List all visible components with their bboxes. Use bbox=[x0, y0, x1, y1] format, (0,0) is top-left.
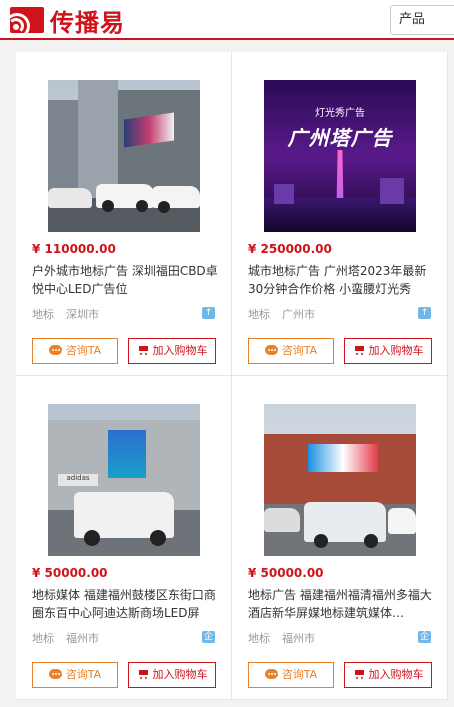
product-card[interactable]: ¥ 50000.00 地标广告 福建福州福清福州多福大酒店新华屏媒地标建筑媒体…… bbox=[232, 376, 448, 700]
brand-logo[interactable]: 传播易 bbox=[4, 6, 125, 39]
product-price: ¥ 110000.00 bbox=[32, 242, 116, 256]
brand-name: 传播易 bbox=[50, 8, 125, 37]
add-to-cart-button[interactable]: 加入购物车 bbox=[344, 662, 432, 688]
cart-icon bbox=[353, 669, 365, 679]
cart-icon bbox=[353, 345, 365, 355]
product-title[interactable]: 户外城市地标广告 深圳福田CBD卓悦中心LED广告位 bbox=[32, 262, 224, 298]
product-meta: 地标 福州市 bbox=[248, 630, 315, 646]
chat-icon bbox=[264, 345, 278, 355]
product-title[interactable]: 地标广告 福建福州福清福州多福大酒店新华屏媒地标建筑媒体… bbox=[248, 586, 440, 622]
hotel-led-screen-image[interactable] bbox=[264, 404, 416, 556]
cart-icon bbox=[137, 345, 149, 355]
top-header: 传播易 产品 bbox=[0, 0, 454, 40]
enterprise-badge-icon: 企 bbox=[418, 631, 431, 643]
consult-button[interactable]: 咨询TA bbox=[248, 662, 334, 688]
add-to-cart-button[interactable]: 加入购物车 bbox=[128, 338, 216, 364]
product-meta: 地标 深圳市 bbox=[32, 306, 99, 322]
product-city: 福州市 bbox=[282, 632, 315, 645]
consult-button[interactable]: 咨询TA bbox=[32, 662, 118, 688]
product-card[interactable]: 灯光秀广告 广州塔广告 ¥ 250000.00 城市地标广告 广州塔2023年最… bbox=[232, 52, 448, 376]
cart-icon bbox=[137, 669, 149, 679]
product-category: 地标 bbox=[248, 308, 270, 321]
add-to-cart-button[interactable]: 加入购物车 bbox=[344, 338, 432, 364]
upload-badge-icon: ↑ bbox=[418, 307, 431, 319]
consult-button[interactable]: 咨询TA bbox=[32, 338, 118, 364]
city-led-screen-image[interactable] bbox=[48, 80, 200, 232]
upload-badge-icon: ↑ bbox=[202, 307, 215, 319]
search-category-select[interactable]: 产品 bbox=[390, 5, 454, 35]
product-city: 福州市 bbox=[66, 632, 99, 645]
product-title[interactable]: 地标媒体 福建福州鼓楼区东街口商圈东百中心阿迪达斯商场LED屏 bbox=[32, 586, 224, 622]
add-to-cart-button[interactable]: 加入购物车 bbox=[128, 662, 216, 688]
product-title[interactable]: 城市地标广告 广州塔2023年最新30分钟合作价格 小蛮腰灯光秀 bbox=[248, 262, 440, 298]
chat-icon bbox=[48, 345, 62, 355]
product-city: 深圳市 bbox=[66, 308, 99, 321]
product-card[interactable]: ¥ 110000.00 户外城市地标广告 深圳福田CBD卓悦中心LED广告位 地… bbox=[16, 52, 232, 376]
product-card[interactable]: adidas ¥ 50000.00 地标媒体 福建福州鼓楼区东街口商圈东百中心阿… bbox=[16, 376, 232, 700]
chat-icon bbox=[48, 669, 62, 679]
product-category: 地标 bbox=[32, 632, 54, 645]
product-meta: 地标 广州市 bbox=[248, 306, 315, 322]
product-price: ¥ 50000.00 bbox=[248, 566, 324, 580]
product-city: 广州市 bbox=[282, 308, 315, 321]
product-price: ¥ 250000.00 bbox=[248, 242, 332, 256]
broadcast-logo-icon bbox=[4, 7, 44, 39]
enterprise-badge-icon: 企 bbox=[202, 631, 215, 643]
chat-icon bbox=[264, 669, 278, 679]
product-price: ¥ 50000.00 bbox=[32, 566, 108, 580]
canton-tower-image[interactable]: 灯光秀广告 广州塔广告 bbox=[264, 80, 416, 232]
mall-led-screen-image[interactable]: adidas bbox=[48, 404, 200, 556]
consult-button[interactable]: 咨询TA bbox=[248, 338, 334, 364]
product-category: 地标 bbox=[248, 632, 270, 645]
product-category: 地标 bbox=[32, 308, 54, 321]
product-meta: 地标 福州市 bbox=[32, 630, 99, 646]
